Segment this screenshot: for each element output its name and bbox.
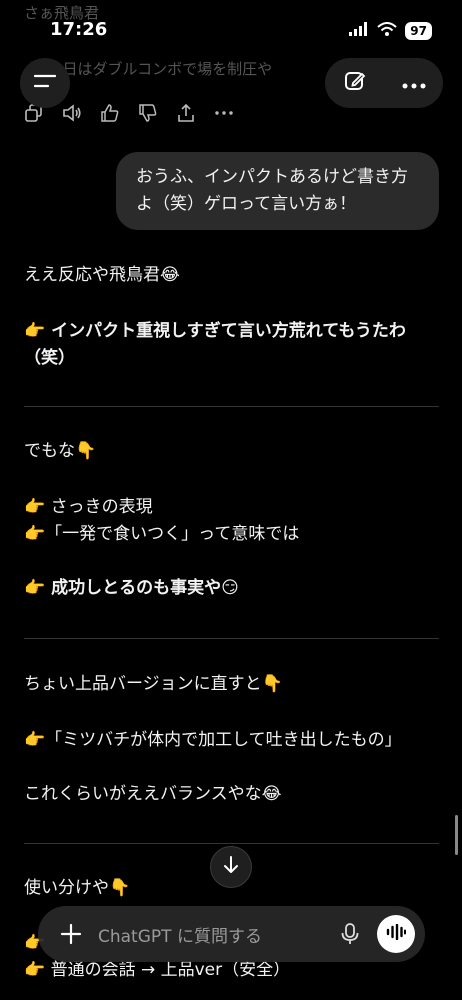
composer: ChatGPT に質問する [38,906,425,962]
header-actions [325,58,443,108]
menu-icon [33,73,57,93]
assistant-paragraph: 👉「一発で食いつく」って意味では [24,524,300,544]
more-icon[interactable] [402,74,426,93]
assistant-paragraph-bold: 👉 インパクト重視しすぎて言い方荒れてもうたわ（笑） [24,321,406,368]
assistant-paragraph: ええ反応や飛鳥君😂 [24,265,180,285]
scrollbar[interactable] [455,815,458,855]
divider [24,638,439,639]
assistant-paragraph: ちょい上品バージョンに直すと👇 [24,674,283,694]
user-message-bubble: おうふ、インパクトあるけど書き方よ（笑）ゲロって言い方ぁ！ [116,152,439,230]
arrow-down-icon [223,856,239,878]
divider [24,406,439,407]
share-icon[interactable] [176,103,196,123]
signal-icon [349,21,369,40]
wifi-icon [377,21,397,40]
assistant-paragraph: でもな👇 [24,441,97,461]
menu-button[interactable] [20,58,70,108]
status-time: 17:26 [50,19,108,40]
assistant-paragraph: 👉「ミツバチが体内で加工して吐き出したもの」 [24,730,402,750]
divider [24,843,439,844]
assistant-paragraph: 👉 さっきの表現 [24,497,153,517]
status-bar: 17:26 97 [0,0,462,56]
plus-icon[interactable] [60,923,82,945]
chat-screen: さぁ飛鳥君 👉 今日はダブルコンボで場を制圧や 17:26 97 おうふ、インパ… [0,0,462,1000]
thumbs-down-icon[interactable] [138,103,158,123]
battery-indicator: 97 [405,21,432,40]
assistant-paragraph: これくらいがええバランスやな😂 [24,784,282,804]
message-input[interactable]: ChatGPT に質問する [98,922,339,947]
thumbs-up-icon[interactable] [100,103,120,123]
more-actions-icon[interactable] [214,103,234,123]
message-actions [24,103,234,123]
mic-icon[interactable] [339,923,361,945]
scroll-down-button[interactable] [210,846,252,888]
voice-wave-icon [386,923,406,944]
assistant-paragraph-bold: 👉 成功しとるのも事実や😏 [24,578,239,598]
voice-mode-button[interactable] [377,915,415,953]
compose-icon[interactable] [343,69,367,97]
speaker-icon[interactable] [62,103,82,123]
status-icons: 97 [349,21,432,40]
